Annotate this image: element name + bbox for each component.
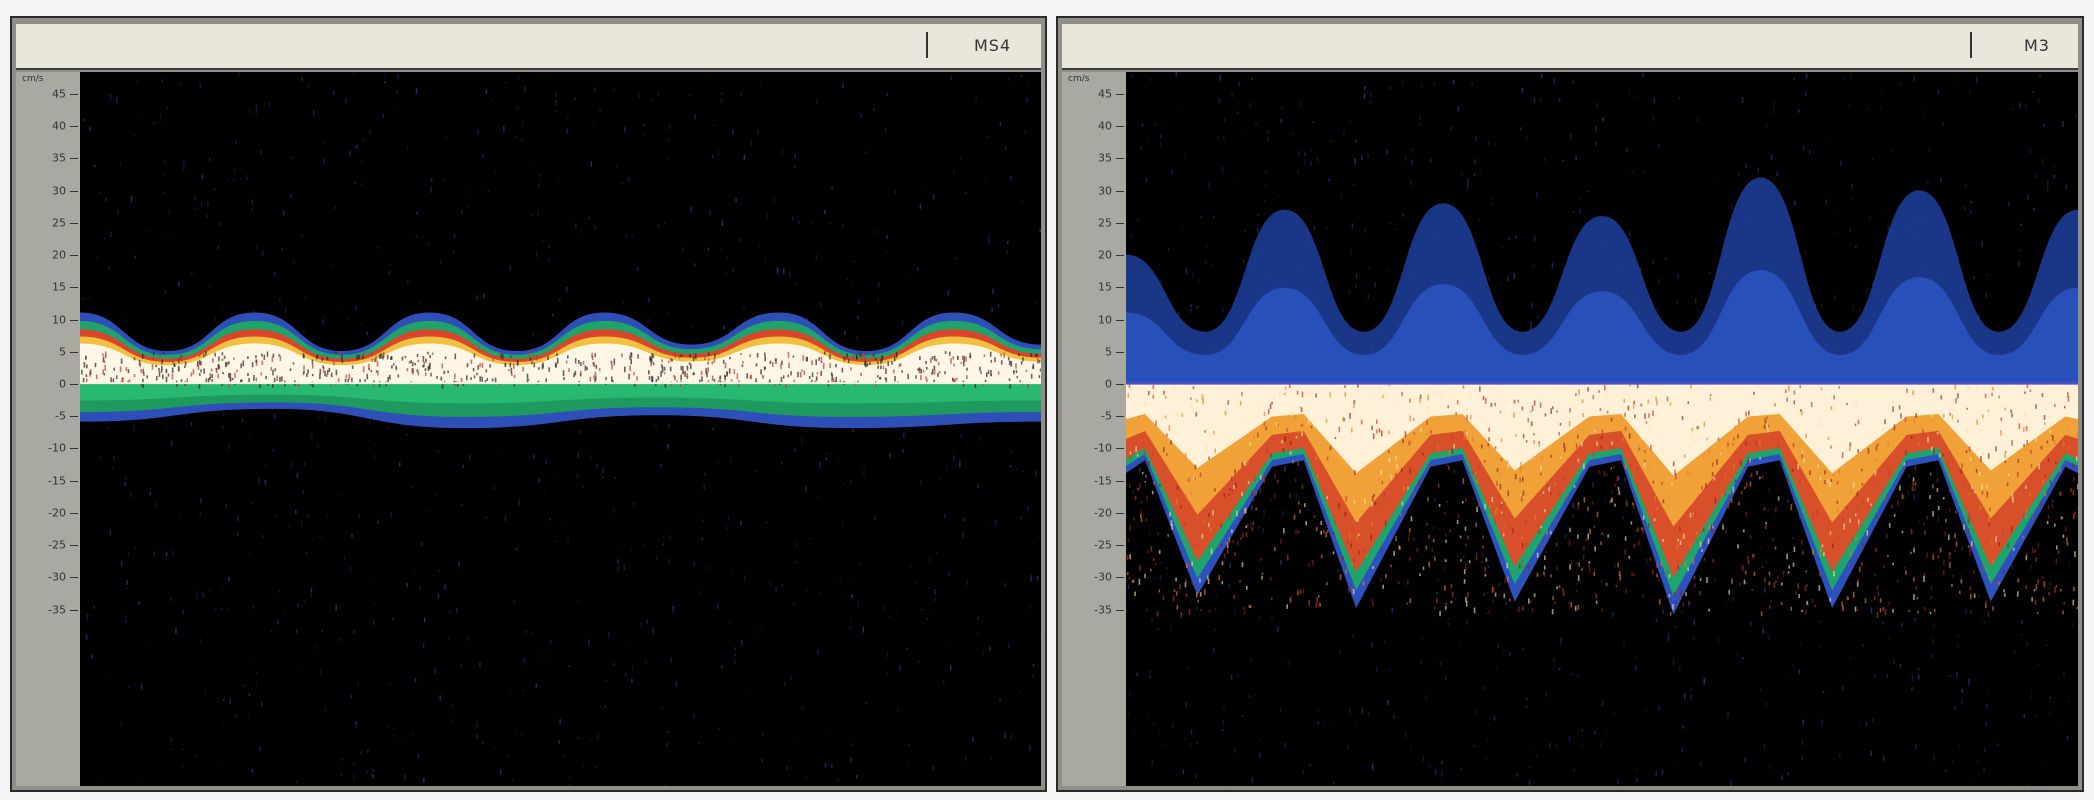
tick-mark <box>70 577 78 579</box>
tick-mark <box>70 158 78 160</box>
tick-mark <box>1116 512 1124 514</box>
tick-mark <box>70 287 78 289</box>
tick-label: 40 <box>52 119 66 133</box>
tick-mark <box>70 384 78 385</box>
tick-mark <box>1116 94 1124 95</box>
tick-label: -25 <box>1094 538 1112 552</box>
noise-speckle <box>81 72 1041 786</box>
spectral-panel-right: M3 cm/s 45 40 35 30 25 20 15 10 5 0 -5 -10 -15 -20 -25… <box>1056 16 2084 792</box>
tick-label: 10 <box>52 313 66 327</box>
title-divider <box>926 32 928 58</box>
tick-mark <box>70 609 78 611</box>
tick-label: -30 <box>48 570 66 584</box>
spectrum-canvas <box>1126 72 2078 786</box>
tick-mark <box>70 480 78 482</box>
tick-label: -5 <box>55 409 66 423</box>
tick-label: 25 <box>52 216 66 230</box>
axis-unit: cm/s <box>1068 74 1090 84</box>
panel-title-bar: M3 <box>1062 24 2078 70</box>
tick-mark <box>70 319 78 321</box>
tick-mark <box>1116 126 1124 128</box>
tick-label: -10 <box>48 441 66 455</box>
tick-mark <box>1116 319 1124 321</box>
tick-label: 35 <box>1098 151 1112 165</box>
tick-mark <box>1116 545 1124 547</box>
tick-label: 20 <box>52 248 66 262</box>
tick-mark <box>1116 255 1124 257</box>
tick-label: -35 <box>1094 603 1112 617</box>
tick-label: 10 <box>1098 313 1112 327</box>
doppler-spectrum[interactable] <box>1126 72 2078 786</box>
tick-mark <box>1116 158 1124 160</box>
tick-mark <box>1116 416 1124 418</box>
probe-label: M3 <box>2024 36 2050 55</box>
tick-label: 30 <box>52 184 66 198</box>
tick-label: -25 <box>48 538 66 552</box>
tick-label: -5 <box>1101 409 1112 423</box>
spectrum-canvas <box>80 72 1041 786</box>
tick-label: -30 <box>1094 570 1112 584</box>
tick-mark <box>1116 384 1124 385</box>
tick-label: 25 <box>1098 216 1112 230</box>
velocity-axis: cm/s 45 40 35 30 25 20 15 10 5 0 -5 -10 -15 -20 -25 -30… <box>1062 72 1126 786</box>
tick-mark <box>1116 190 1124 192</box>
tick-label: -15 <box>1094 474 1112 488</box>
spectral-panel-left: MS4 cm/s 45 40 35 30 25 20 15 10 5 0 -5 -10 -15 -20 -2… <box>10 16 1047 792</box>
tick-label: 45 <box>52 87 66 101</box>
tick-mark <box>70 448 78 450</box>
screen: MS4 cm/s 45 40 35 30 25 20 15 10 5 0 -5 -10 -15 -20 -2… <box>0 0 2094 800</box>
tick-label: 0 <box>1105 377 1112 391</box>
tick-label: 15 <box>52 280 66 294</box>
tick-label: 5 <box>59 345 66 359</box>
tick-label: -10 <box>1094 441 1112 455</box>
tick-mark <box>70 222 78 224</box>
probe-label: MS4 <box>974 36 1012 55</box>
tick-label: 30 <box>1098 184 1112 198</box>
tick-mark <box>1116 448 1124 450</box>
doppler-spectrum[interactable] <box>80 72 1041 786</box>
tick-mark <box>70 190 78 192</box>
tick-label: 20 <box>1098 248 1112 262</box>
tick-mark <box>1116 577 1124 579</box>
axis-unit: cm/s <box>22 74 44 84</box>
tick-mark <box>70 416 78 418</box>
tick-label: -20 <box>1094 506 1112 520</box>
tick-label: 40 <box>1098 119 1112 133</box>
tick-label: 15 <box>1098 280 1112 294</box>
tick-mark <box>70 94 78 95</box>
tick-label: -35 <box>48 603 66 617</box>
tick-mark <box>1116 287 1124 289</box>
tick-label: 5 <box>1105 345 1112 359</box>
tick-mark <box>70 351 78 353</box>
tick-mark <box>1116 480 1124 482</box>
panel-title-bar: MS4 <box>16 24 1041 70</box>
tick-mark <box>70 126 78 128</box>
title-divider <box>1970 32 1972 58</box>
tick-mark <box>70 545 78 547</box>
tick-label: -20 <box>48 506 66 520</box>
velocity-axis: cm/s 45 40 35 30 25 20 15 10 5 0 -5 -10 -15 -20 -25 -30… <box>16 72 80 786</box>
tick-mark <box>70 512 78 514</box>
tick-label: 0 <box>59 377 66 391</box>
tick-mark <box>70 255 78 257</box>
tick-mark <box>1116 351 1124 353</box>
tick-mark <box>1116 609 1124 611</box>
tick-label: -15 <box>48 474 66 488</box>
tick-mark <box>1116 222 1124 224</box>
tick-label: 35 <box>52 151 66 165</box>
tick-label: 45 <box>1098 87 1112 101</box>
